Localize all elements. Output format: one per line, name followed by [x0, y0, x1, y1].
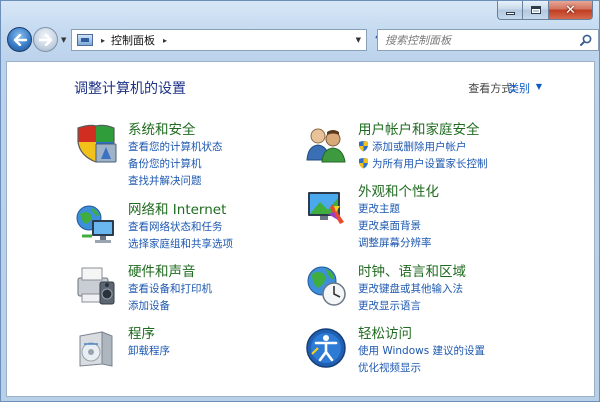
maximize-icon [530, 6, 541, 14]
category-title[interactable]: 时钟、语言和区域 [358, 264, 558, 281]
link-change-input-methods[interactable]: 更改键盘或其他输入法 [358, 281, 558, 298]
network-icon[interactable] [74, 202, 118, 246]
category-user-accounts-text: 用户帐户和家庭安全 添加或删除用户帐户 为所有用户设置家长控制 [358, 122, 558, 173]
recent-pages-dropdown-icon[interactable]: ▼ [61, 36, 66, 44]
close-icon: ✕ [565, 2, 576, 18]
link-add-remove-accounts[interactable]: 添加或删除用户帐户 [358, 139, 558, 156]
category-ease-of-access-text: 轻松访问 使用 Windows 建议的设置 优化视频显示 [358, 326, 558, 377]
ease-of-access-icon[interactable] [304, 326, 348, 370]
category-title[interactable]: 网络和 Internet [128, 202, 328, 219]
link-parental-controls[interactable]: 为所有用户设置家长控制 [358, 156, 558, 173]
link-devices-printers[interactable]: 查看设备和打印机 [128, 281, 328, 298]
link-optimize-display[interactable]: 优化视频显示 [358, 360, 558, 377]
category-title[interactable]: 硬件和声音 [128, 264, 328, 281]
page-title: 调整计算机的设置 [74, 81, 186, 97]
content-area: 调整计算机的设置 查看方式: 类别 ▼ 系统和安全 查看您的计算机状态 备份您的… [6, 61, 595, 397]
category-programs-text: 程序 卸载程序 [128, 326, 328, 360]
search-box[interactable] [377, 29, 599, 51]
search-input[interactable] [385, 33, 575, 47]
category-network-text: 网络和 Internet 查看网络状态和任务 选择家庭组和共享选项 [128, 202, 328, 253]
category-clock-language-region-text: 时钟、语言和区域 更改键盘或其他输入法 更改显示语言 [358, 264, 558, 315]
view-by-dropdown[interactable]: 类别 [508, 80, 530, 96]
category-title[interactable]: 系统和安全 [128, 122, 328, 139]
link-adjust-resolution[interactable]: 调整屏幕分辨率 [358, 235, 558, 252]
link-windows-recommended-settings[interactable]: 使用 Windows 建议的设置 [358, 343, 558, 360]
link-add-device[interactable]: 添加设备 [128, 298, 328, 315]
minimize-button[interactable] [497, 1, 523, 20]
minimize-icon [505, 11, 515, 15]
link-text: 为所有用户设置家长控制 [372, 158, 488, 170]
category-hardware-sound-text: 硬件和声音 查看设备和打印机 添加设备 [128, 264, 328, 315]
user-accounts-icon[interactable] [304, 122, 348, 166]
category-appearance-text: 外观和个性化 更改主题 更改桌面背景 调整屏幕分辨率 [358, 184, 558, 252]
link-change-desktop-background[interactable]: 更改桌面背景 [358, 218, 558, 235]
caption-buttons: ✕ [497, 1, 593, 21]
control-panel-folder-icon [77, 34, 93, 46]
breadcrumb-chevron-icon[interactable]: ▸ [163, 36, 167, 45]
back-button[interactable] [7, 27, 32, 52]
link-network-status[interactable]: 查看网络状态和任务 [128, 219, 328, 236]
forward-arrow-icon [38, 33, 52, 46]
back-arrow-icon [13, 33, 27, 46]
uac-shield-icon [359, 141, 368, 152]
link-troubleshoot[interactable]: 查找并解决问题 [128, 173, 328, 190]
close-button[interactable]: ✕ [549, 1, 593, 20]
category-title[interactable]: 外观和个性化 [358, 184, 558, 201]
forward-button[interactable] [33, 27, 58, 52]
category-title[interactable]: 用户帐户和家庭安全 [358, 122, 558, 139]
category-system-security-text: 系统和安全 查看您的计算机状态 备份您的计算机 查找并解决问题 [128, 122, 328, 190]
search-icon[interactable] [580, 34, 592, 46]
category-title[interactable]: 轻松访问 [358, 326, 558, 343]
maximize-button[interactable] [523, 1, 549, 20]
category-title[interactable]: 程序 [128, 326, 328, 343]
address-bar[interactable]: ▸ 控制面板 ▸ ▼ [71, 29, 367, 51]
breadcrumb-control-panel[interactable]: 控制面板 [111, 32, 155, 48]
hardware-sound-icon[interactable] [74, 264, 118, 308]
link-backup-computer[interactable]: 备份您的计算机 [128, 156, 328, 173]
clock-language-region-icon[interactable] [304, 264, 348, 308]
link-text: 添加或删除用户帐户 [372, 141, 467, 153]
breadcrumb-root-chevron-icon[interactable]: ▸ [101, 36, 105, 45]
link-uninstall-program[interactable]: 卸载程序 [128, 343, 328, 360]
control-panel-window: ✕ ▼ ▸ 控制面板 ▸ ▼ 搜索控制面板 调整计算机的设置 查看方式: 类别 … [0, 0, 600, 402]
address-dropdown-icon[interactable]: ▼ [356, 36, 361, 44]
navigation-bar: ▼ ▸ 控制面板 ▸ ▼ [5, 25, 599, 55]
system-security-icon[interactable] [74, 122, 118, 166]
link-homegroup-sharing[interactable]: 选择家庭组和共享选项 [128, 236, 328, 253]
appearance-icon[interactable] [304, 184, 348, 228]
view-by-chevron-down-icon[interactable]: ▼ [536, 82, 542, 91]
programs-icon[interactable] [74, 326, 118, 370]
link-change-theme[interactable]: 更改主题 [358, 201, 558, 218]
uac-shield-icon [359, 158, 368, 169]
link-change-display-language[interactable]: 更改显示语言 [358, 298, 558, 315]
link-view-computer-status[interactable]: 查看您的计算机状态 [128, 139, 328, 156]
